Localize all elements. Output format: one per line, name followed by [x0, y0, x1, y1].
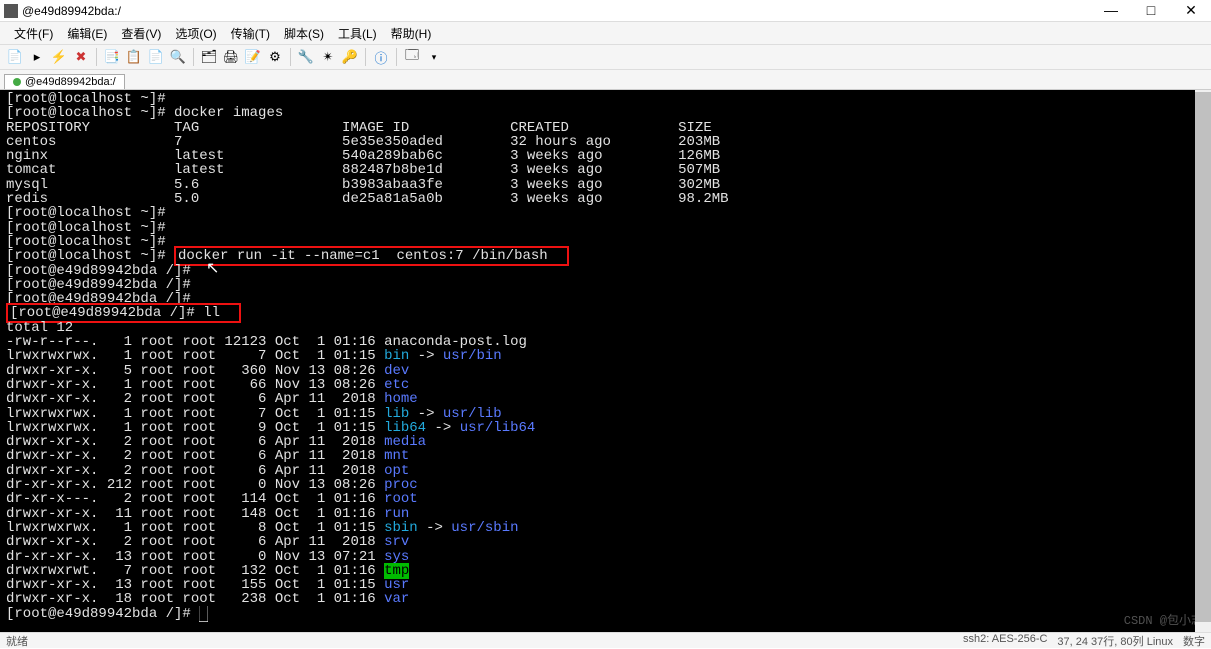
- menu-item[interactable]: 文件(F): [8, 23, 59, 44]
- status-left: 就绪: [6, 633, 28, 649]
- options-icon[interactable]: 📝: [244, 48, 262, 66]
- window-icon[interactable]: 🗔: [403, 48, 421, 66]
- menu-item[interactable]: 查看(V): [115, 23, 167, 44]
- key-icon[interactable]: 🔑: [341, 48, 359, 66]
- dropdown-icon[interactable]: ▾: [425, 48, 443, 66]
- disconnect-icon[interactable]: ✖: [72, 48, 90, 66]
- menu-item[interactable]: 帮助(H): [385, 23, 438, 44]
- help-icon[interactable]: ⓘ: [372, 48, 390, 66]
- menu-item[interactable]: 工具(L): [332, 23, 383, 44]
- toolbar: 📄 ▸ ⚡ ✖ 📑 📋 📄 🔍 🗂 🖨 📝 ⚙ 🔧 ✴ 🔑 ⓘ 🗔 ▾: [0, 44, 1211, 70]
- sessions-icon[interactable]: 📑: [103, 48, 121, 66]
- menu-item[interactable]: 脚本(S): [278, 23, 330, 44]
- minimize-button[interactable]: —: [1095, 2, 1127, 19]
- window-titlebar: @e49d89942bda:/ — □ ✕: [0, 0, 1211, 22]
- app-icon: [4, 4, 18, 18]
- status-segment: 数字: [1183, 633, 1205, 649]
- print-icon[interactable]: 🖨: [222, 48, 240, 66]
- menu-item[interactable]: 传输(T): [225, 23, 276, 44]
- status-segment: 37, 24 37行, 80列 Linux: [1057, 633, 1173, 649]
- tabbar: @e49d89942bda:/: [0, 70, 1211, 90]
- watermark-text: CSDN @包小志: [1124, 614, 1203, 628]
- paste-icon[interactable]: 📄: [147, 48, 165, 66]
- status-segment: ssh2: AES-256-C: [963, 633, 1047, 649]
- close-button[interactable]: ✕: [1175, 2, 1207, 19]
- new-session-icon[interactable]: 📄: [6, 48, 24, 66]
- status-dot-icon: [13, 78, 21, 86]
- tools2-icon[interactable]: ✴: [319, 48, 337, 66]
- window-title: @e49d89942bda:/: [22, 4, 121, 18]
- settings-icon[interactable]: ⚙: [266, 48, 284, 66]
- reconnect-icon[interactable]: ⚡: [50, 48, 68, 66]
- vertical-scrollbar[interactable]: [1195, 90, 1211, 632]
- menu-item[interactable]: 选项(O): [169, 23, 222, 44]
- menubar: 文件(F)编辑(E)查看(V)选项(O)传输(T)脚本(S)工具(L)帮助(H): [0, 22, 1211, 44]
- arrow-icon[interactable]: ▸: [28, 48, 46, 66]
- find-icon[interactable]: 🔍: [169, 48, 187, 66]
- menu-item[interactable]: 编辑(E): [61, 23, 113, 44]
- tab-label: @e49d89942bda:/: [25, 76, 116, 88]
- properties-icon[interactable]: 🗂: [200, 48, 218, 66]
- statusbar: 就绪 ssh2: AES-256-C 37, 24 37行, 80列 Linux 数…: [0, 632, 1211, 648]
- terminal-output[interactable]: [root@localhost ~]# [root@localhost ~]# …: [0, 90, 1211, 632]
- tools1-icon[interactable]: 🔧: [297, 48, 315, 66]
- session-tab[interactable]: @e49d89942bda:/: [4, 74, 125, 89]
- copy-icon[interactable]: 📋: [125, 48, 143, 66]
- maximize-button[interactable]: □: [1135, 2, 1167, 19]
